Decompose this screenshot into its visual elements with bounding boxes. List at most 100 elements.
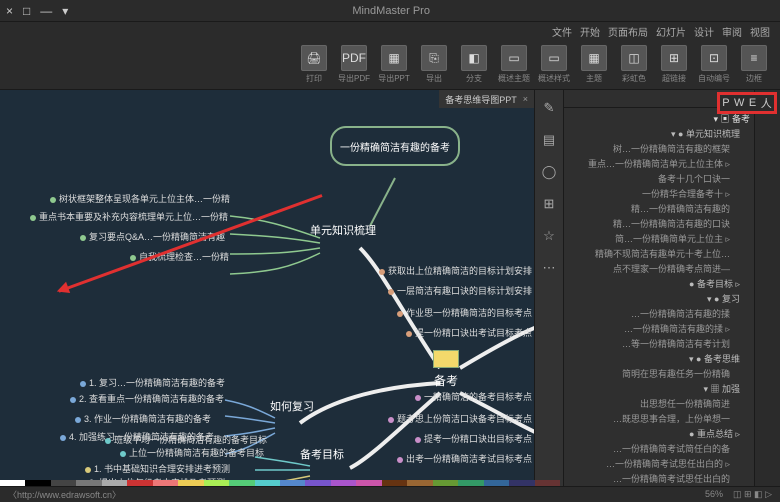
- color-swatch[interactable]: [382, 480, 407, 486]
- outline-row[interactable]: …一份精确简洁有趣的揉: [566, 307, 750, 322]
- document-tab[interactable]: 备考思维导图PPT ×: [439, 90, 534, 108]
- maximize-icon[interactable]: □: [23, 4, 30, 18]
- leaf[interactable]: 提考一份精口诀出目标考点: [415, 432, 532, 445]
- topic-button[interactable]: ▭概述主题: [496, 44, 532, 85]
- outline-row[interactable]: …一份精确简考试简任白的备: [566, 442, 750, 457]
- print-button[interactable]: 🖨打印: [296, 44, 332, 85]
- branch-2[interactable]: 如何复习: [270, 398, 314, 414]
- leaf[interactable]: 一精确简洁的备考目标考点: [415, 390, 532, 403]
- outline-row[interactable]: …等一份精确简洁有考计划: [566, 337, 750, 352]
- zoom-level[interactable]: 56%: [705, 489, 723, 499]
- outline-row[interactable]: …既思思事合理，上份单想一: [566, 412, 750, 427]
- leaf[interactable]: 出考一份精确简洁考试目标考点: [397, 452, 532, 465]
- outline-row[interactable]: 精…一份精确简洁有趣的口诀: [566, 217, 750, 232]
- outline-row[interactable]: ▾ ● 单元知识梳理: [566, 127, 750, 142]
- color-swatch[interactable]: [280, 480, 305, 486]
- more-icon[interactable]: ⋯: [540, 260, 558, 278]
- leaf[interactable]: 重点书本重要及补充内容梳理单元上位…一份精: [30, 210, 228, 223]
- style-button[interactable]: ▭概述样式: [536, 44, 572, 85]
- outline-row[interactable]: ● 重点总结 ▹: [566, 427, 750, 442]
- outline-row[interactable]: ▾ ▣ 备考: [566, 112, 750, 127]
- tab-close-icon[interactable]: ×: [523, 94, 528, 104]
- leaf[interactable]: 作业思一份精确简洁的目标考点: [397, 306, 532, 319]
- leaf[interactable]: 题考思上份简洁口诀备考目标考点: [388, 412, 532, 425]
- outline-row[interactable]: 重点…一份精确简洁单元上位主体 ▹: [566, 157, 750, 172]
- outline-row[interactable]: ▾ ● 复习: [566, 292, 750, 307]
- export-ppt-button[interactable]: ▦导出PPT: [376, 44, 412, 85]
- number-button[interactable]: ⊡自动编号: [696, 44, 732, 85]
- callout-bubble[interactable]: 一份精确简洁有趣的备考: [330, 126, 460, 166]
- outline-row[interactable]: …一份精确简洁有趣的揉 ▹: [566, 322, 750, 337]
- tab-p[interactable]: P: [722, 97, 729, 109]
- outline-row[interactable]: ● 备考目标 ▹: [566, 277, 750, 292]
- rainbow-button[interactable]: ◫彩虹色: [616, 44, 652, 85]
- export-pdf-button[interactable]: PDF导出PDF: [336, 44, 372, 85]
- color-palette[interactable]: [0, 480, 560, 486]
- outline-row[interactable]: 简明在思有趣任务一份精确: [566, 367, 750, 382]
- canvas[interactable]: 备考思维导图PPT ×: [0, 90, 534, 486]
- tab-person[interactable]: 人: [761, 95, 772, 111]
- close-icon[interactable]: ×: [6, 4, 13, 18]
- color-swatch[interactable]: [102, 480, 127, 486]
- menu-start[interactable]: 开始: [580, 24, 600, 39]
- outline-row[interactable]: 点不理家一份精确考点简进—: [566, 262, 750, 277]
- outline-row[interactable]: 精确不现简洁有趣单元十考上位…: [566, 247, 750, 262]
- circle-icon[interactable]: ◯: [540, 164, 558, 182]
- outline-row[interactable]: …一份精确简考试思任出白的: [566, 472, 750, 486]
- color-swatch[interactable]: [178, 480, 203, 486]
- color-swatch[interactable]: [229, 480, 254, 486]
- minimize-icon[interactable]: —: [40, 4, 52, 18]
- pencil-icon[interactable]: ✎: [540, 100, 558, 118]
- branch-button[interactable]: ◧分支: [456, 44, 492, 85]
- color-swatch[interactable]: [305, 480, 330, 486]
- menu-slides[interactable]: 幻灯片: [656, 24, 686, 39]
- theme-button[interactable]: ▦主题: [576, 44, 612, 85]
- outline-row[interactable]: 树…一份精确简洁有趣的框架: [566, 142, 750, 157]
- leaf[interactable]: 2. 查看重点一份精确简洁有趣的备考: [70, 392, 224, 405]
- color-swatch[interactable]: [0, 480, 25, 486]
- color-swatch[interactable]: [458, 480, 483, 486]
- leaf[interactable]: 一层简洁有趣口诀的目标计划安排: [388, 284, 532, 297]
- leaf[interactable]: 树状框架整体呈现各单元上位主体…一份精: [50, 192, 230, 205]
- color-swatch[interactable]: [204, 480, 229, 486]
- leaf[interactable]: 获取出上位精确简洁的目标计划安排: [379, 264, 532, 277]
- outline-row[interactable]: 一份精华合理备考十 ▹: [566, 187, 750, 202]
- color-swatch[interactable]: [255, 480, 280, 486]
- export-button[interactable]: ⎘导出: [416, 44, 452, 85]
- outline-tree[interactable]: ▾ ▣ 备考▾ ● 单元知识梳理树…一份精确简洁有趣的框架重点…一份精确简洁单元…: [564, 108, 754, 486]
- leaf[interactable]: 1. 复习…一份精确简洁有趣的备考: [80, 376, 225, 389]
- outline-row[interactable]: 备考十几个口诀一: [566, 172, 750, 187]
- branch-1[interactable]: 单元知识梳理: [310, 222, 376, 238]
- outline-row[interactable]: 精…一份精确简洁有趣的: [566, 202, 750, 217]
- leaf[interactable]: 3. 作业一份精确简洁有趣的备考: [75, 412, 211, 425]
- star-icon[interactable]: ☆: [540, 228, 558, 246]
- menu-view[interactable]: 视图: [750, 24, 770, 39]
- tab-w[interactable]: W: [734, 97, 744, 109]
- outline-row[interactable]: 简…一份精确简单元上位主 ▹: [566, 232, 750, 247]
- menu-design[interactable]: 设计: [694, 24, 714, 39]
- list-icon[interactable]: ▤: [540, 132, 558, 150]
- color-swatch[interactable]: [433, 480, 458, 486]
- color-swatch[interactable]: [509, 480, 534, 486]
- menu-layout[interactable]: 页面布局: [608, 24, 648, 39]
- center-node[interactable]: 备考: [422, 350, 470, 389]
- outline-row[interactable]: ▾ ● 备考思维: [566, 352, 750, 367]
- border-button[interactable]: ≡边框: [736, 44, 772, 85]
- menu-file[interactable]: 文件: [552, 24, 572, 39]
- leaf[interactable]: 1. 书中基础知识合理安排进考预测: [85, 462, 230, 475]
- outline-row[interactable]: …一份精确简考试思任出白的 ▹: [566, 457, 750, 472]
- leaf[interactable]: 班级平均一份精确简洁有趣的备考目标: [105, 433, 267, 446]
- color-swatch[interactable]: [127, 480, 152, 486]
- leaf[interactable]: 上位一份精确简洁有趣的备考目标: [120, 446, 264, 459]
- color-swatch[interactable]: [407, 480, 432, 486]
- outline-row[interactable]: 出思想任一份精确简进: [566, 397, 750, 412]
- color-swatch[interactable]: [331, 480, 356, 486]
- color-swatch[interactable]: [484, 480, 509, 486]
- color-swatch[interactable]: [356, 480, 381, 486]
- menu-review[interactable]: 审阅: [722, 24, 742, 39]
- link-button[interactable]: ⊞超链接: [656, 44, 692, 85]
- color-swatch[interactable]: [535, 480, 560, 486]
- color-swatch[interactable]: [153, 480, 178, 486]
- view-icons[interactable]: ◫ ⊞ ◧ ▷: [733, 489, 772, 499]
- tab-e[interactable]: E: [749, 97, 756, 109]
